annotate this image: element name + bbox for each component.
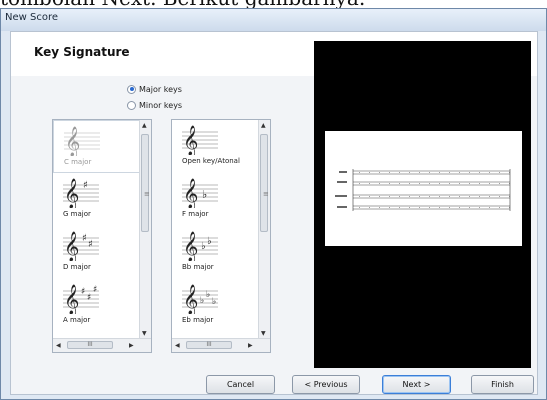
treble-clef-1-flat-icon: 𝄞 ♭ bbox=[182, 178, 218, 208]
title-bar[interactable]: New Score bbox=[1, 9, 546, 31]
svg-text:♯: ♯ bbox=[82, 233, 87, 244]
svg-text:𝄞: 𝄞 bbox=[183, 284, 198, 314]
treble-clef-2-sharps-icon: 𝄞 ♯ ♯ bbox=[63, 231, 99, 261]
horizontal-scrollbar[interactable]: ◀ III ▶ bbox=[53, 338, 151, 352]
previous-button[interactable]: < Previous bbox=[292, 375, 360, 394]
scroll-thumb[interactable]: ≡ bbox=[141, 134, 150, 232]
key-label: Bb major bbox=[182, 263, 214, 271]
key-label: C major bbox=[64, 158, 92, 166]
key-label: Eb major bbox=[182, 316, 214, 324]
window-title: New Score bbox=[5, 12, 58, 23]
scroll-up-icon[interactable]: ▲ bbox=[142, 122, 147, 129]
svg-text:𝄞: 𝄞 bbox=[64, 231, 79, 261]
svg-text:𝄞: 𝄞 bbox=[65, 126, 80, 156]
list-item[interactable]: 𝄞 ♯ ♯ ♯ A major bbox=[53, 279, 141, 332]
major-keys-radio[interactable]: Major keys bbox=[127, 82, 182, 96]
vertical-scrollbar[interactable]: ▲ ≡ ▼ bbox=[258, 120, 270, 340]
radio-button-checked[interactable] bbox=[127, 84, 136, 94]
svg-text:♭: ♭ bbox=[212, 297, 216, 307]
scroll-left-icon[interactable]: ◀ bbox=[56, 342, 61, 349]
scroll-right-icon[interactable]: ▶ bbox=[248, 342, 253, 349]
scroll-up-icon[interactable]: ▲ bbox=[261, 122, 266, 129]
svg-text:♯: ♯ bbox=[87, 293, 91, 303]
scroll-down-icon[interactable]: ▼ bbox=[142, 330, 147, 337]
next-button[interactable]: Next > bbox=[382, 375, 451, 394]
new-score-dialog: New Score Key Signature Major keys Minor… bbox=[0, 8, 547, 400]
list-item[interactable]: 𝄞 ♯ ♯ D major bbox=[53, 226, 141, 279]
key-label: Open key/Atonal bbox=[182, 157, 240, 165]
list-item[interactable]: 𝄞 ♭ ♭ ♭ Eb major bbox=[172, 279, 260, 332]
treble-clef-1-sharp-icon: 𝄞 ♯ bbox=[63, 178, 99, 208]
treble-clef-icon: 𝄞 bbox=[182, 125, 218, 155]
svg-text:𝄞: 𝄞 bbox=[183, 231, 198, 261]
treble-clef-3-flats-icon: 𝄞 ♭ ♭ ♭ bbox=[182, 284, 218, 314]
page-title: Key Signature bbox=[34, 45, 130, 59]
svg-text:♯: ♯ bbox=[83, 180, 88, 191]
list-item[interactable]: 𝄞 ♯ G major bbox=[53, 173, 141, 226]
horizontal-scrollbar[interactable]: ◀ III ▶ bbox=[172, 338, 270, 352]
scroll-thumb[interactable]: III bbox=[186, 341, 232, 349]
minor-keys-label: Minor keys bbox=[139, 100, 183, 110]
score-preview bbox=[314, 41, 531, 368]
sharp-keys-list[interactable]: 𝄞 C major 𝄞 ♯ G major 𝄞 ♯ ♯ D major 𝄞 ♯ … bbox=[52, 119, 152, 353]
scroll-right-icon[interactable]: ▶ bbox=[129, 342, 134, 349]
grip-icon: ≡ bbox=[263, 190, 269, 198]
scroll-thumb[interactable]: ≡ bbox=[260, 134, 269, 232]
scroll-left-icon[interactable]: ◀ bbox=[175, 342, 180, 349]
key-label: G major bbox=[63, 210, 91, 218]
svg-text:♭: ♭ bbox=[207, 236, 212, 247]
list-item[interactable]: 𝄞 Open key/Atonal bbox=[172, 120, 260, 173]
svg-text:♯: ♯ bbox=[93, 285, 97, 295]
wizard-body: Key Signature Major keys Minor keys 𝄞 C … bbox=[10, 31, 538, 395]
svg-text:♭: ♭ bbox=[200, 296, 204, 306]
svg-text:♯: ♯ bbox=[81, 287, 85, 297]
staff-preview-image bbox=[335, 169, 511, 211]
svg-text:♭: ♭ bbox=[202, 188, 207, 201]
grip-icon: ≡ bbox=[144, 190, 150, 198]
key-label: F major bbox=[182, 210, 209, 218]
treble-clef-icon: 𝄞 bbox=[64, 126, 100, 156]
vertical-scrollbar[interactable]: ▲ ≡ ▼ bbox=[139, 120, 151, 340]
flat-keys-list[interactable]: 𝄞 Open key/Atonal 𝄞 ♭ F major 𝄞 ♭ ♭ Bb m… bbox=[171, 119, 271, 353]
minor-keys-radio[interactable]: Minor keys bbox=[127, 98, 182, 112]
radio-button[interactable] bbox=[127, 100, 136, 110]
treble-clef-3-sharps-icon: 𝄞 ♯ ♯ ♯ bbox=[63, 284, 99, 314]
cancel-button[interactable]: Cancel bbox=[206, 375, 275, 394]
svg-text:♯: ♯ bbox=[88, 239, 93, 250]
scroll-thumb[interactable]: III bbox=[67, 341, 113, 349]
treble-clef-2-flats-icon: 𝄞 ♭ ♭ bbox=[182, 231, 218, 261]
list-item[interactable]: 𝄞 ♭ ♭ Bb major bbox=[172, 226, 260, 279]
list-item[interactable]: 𝄞 ♭ F major bbox=[172, 173, 260, 226]
svg-text:𝄞: 𝄞 bbox=[183, 178, 198, 208]
scroll-down-icon[interactable]: ▼ bbox=[261, 330, 266, 337]
list-item[interactable]: 𝄞 C major bbox=[53, 120, 141, 173]
finish-button[interactable]: Finish bbox=[471, 375, 534, 394]
major-keys-label: Major keys bbox=[139, 84, 182, 94]
svg-text:𝄞: 𝄞 bbox=[64, 178, 79, 208]
svg-text:♭: ♭ bbox=[201, 241, 206, 252]
key-label: A major bbox=[63, 316, 91, 324]
key-label: D major bbox=[63, 263, 91, 271]
score-preview-page bbox=[325, 131, 522, 246]
svg-text:𝄞: 𝄞 bbox=[64, 284, 79, 314]
svg-text:♭: ♭ bbox=[206, 290, 210, 300]
svg-text:𝄞: 𝄞 bbox=[183, 125, 198, 155]
